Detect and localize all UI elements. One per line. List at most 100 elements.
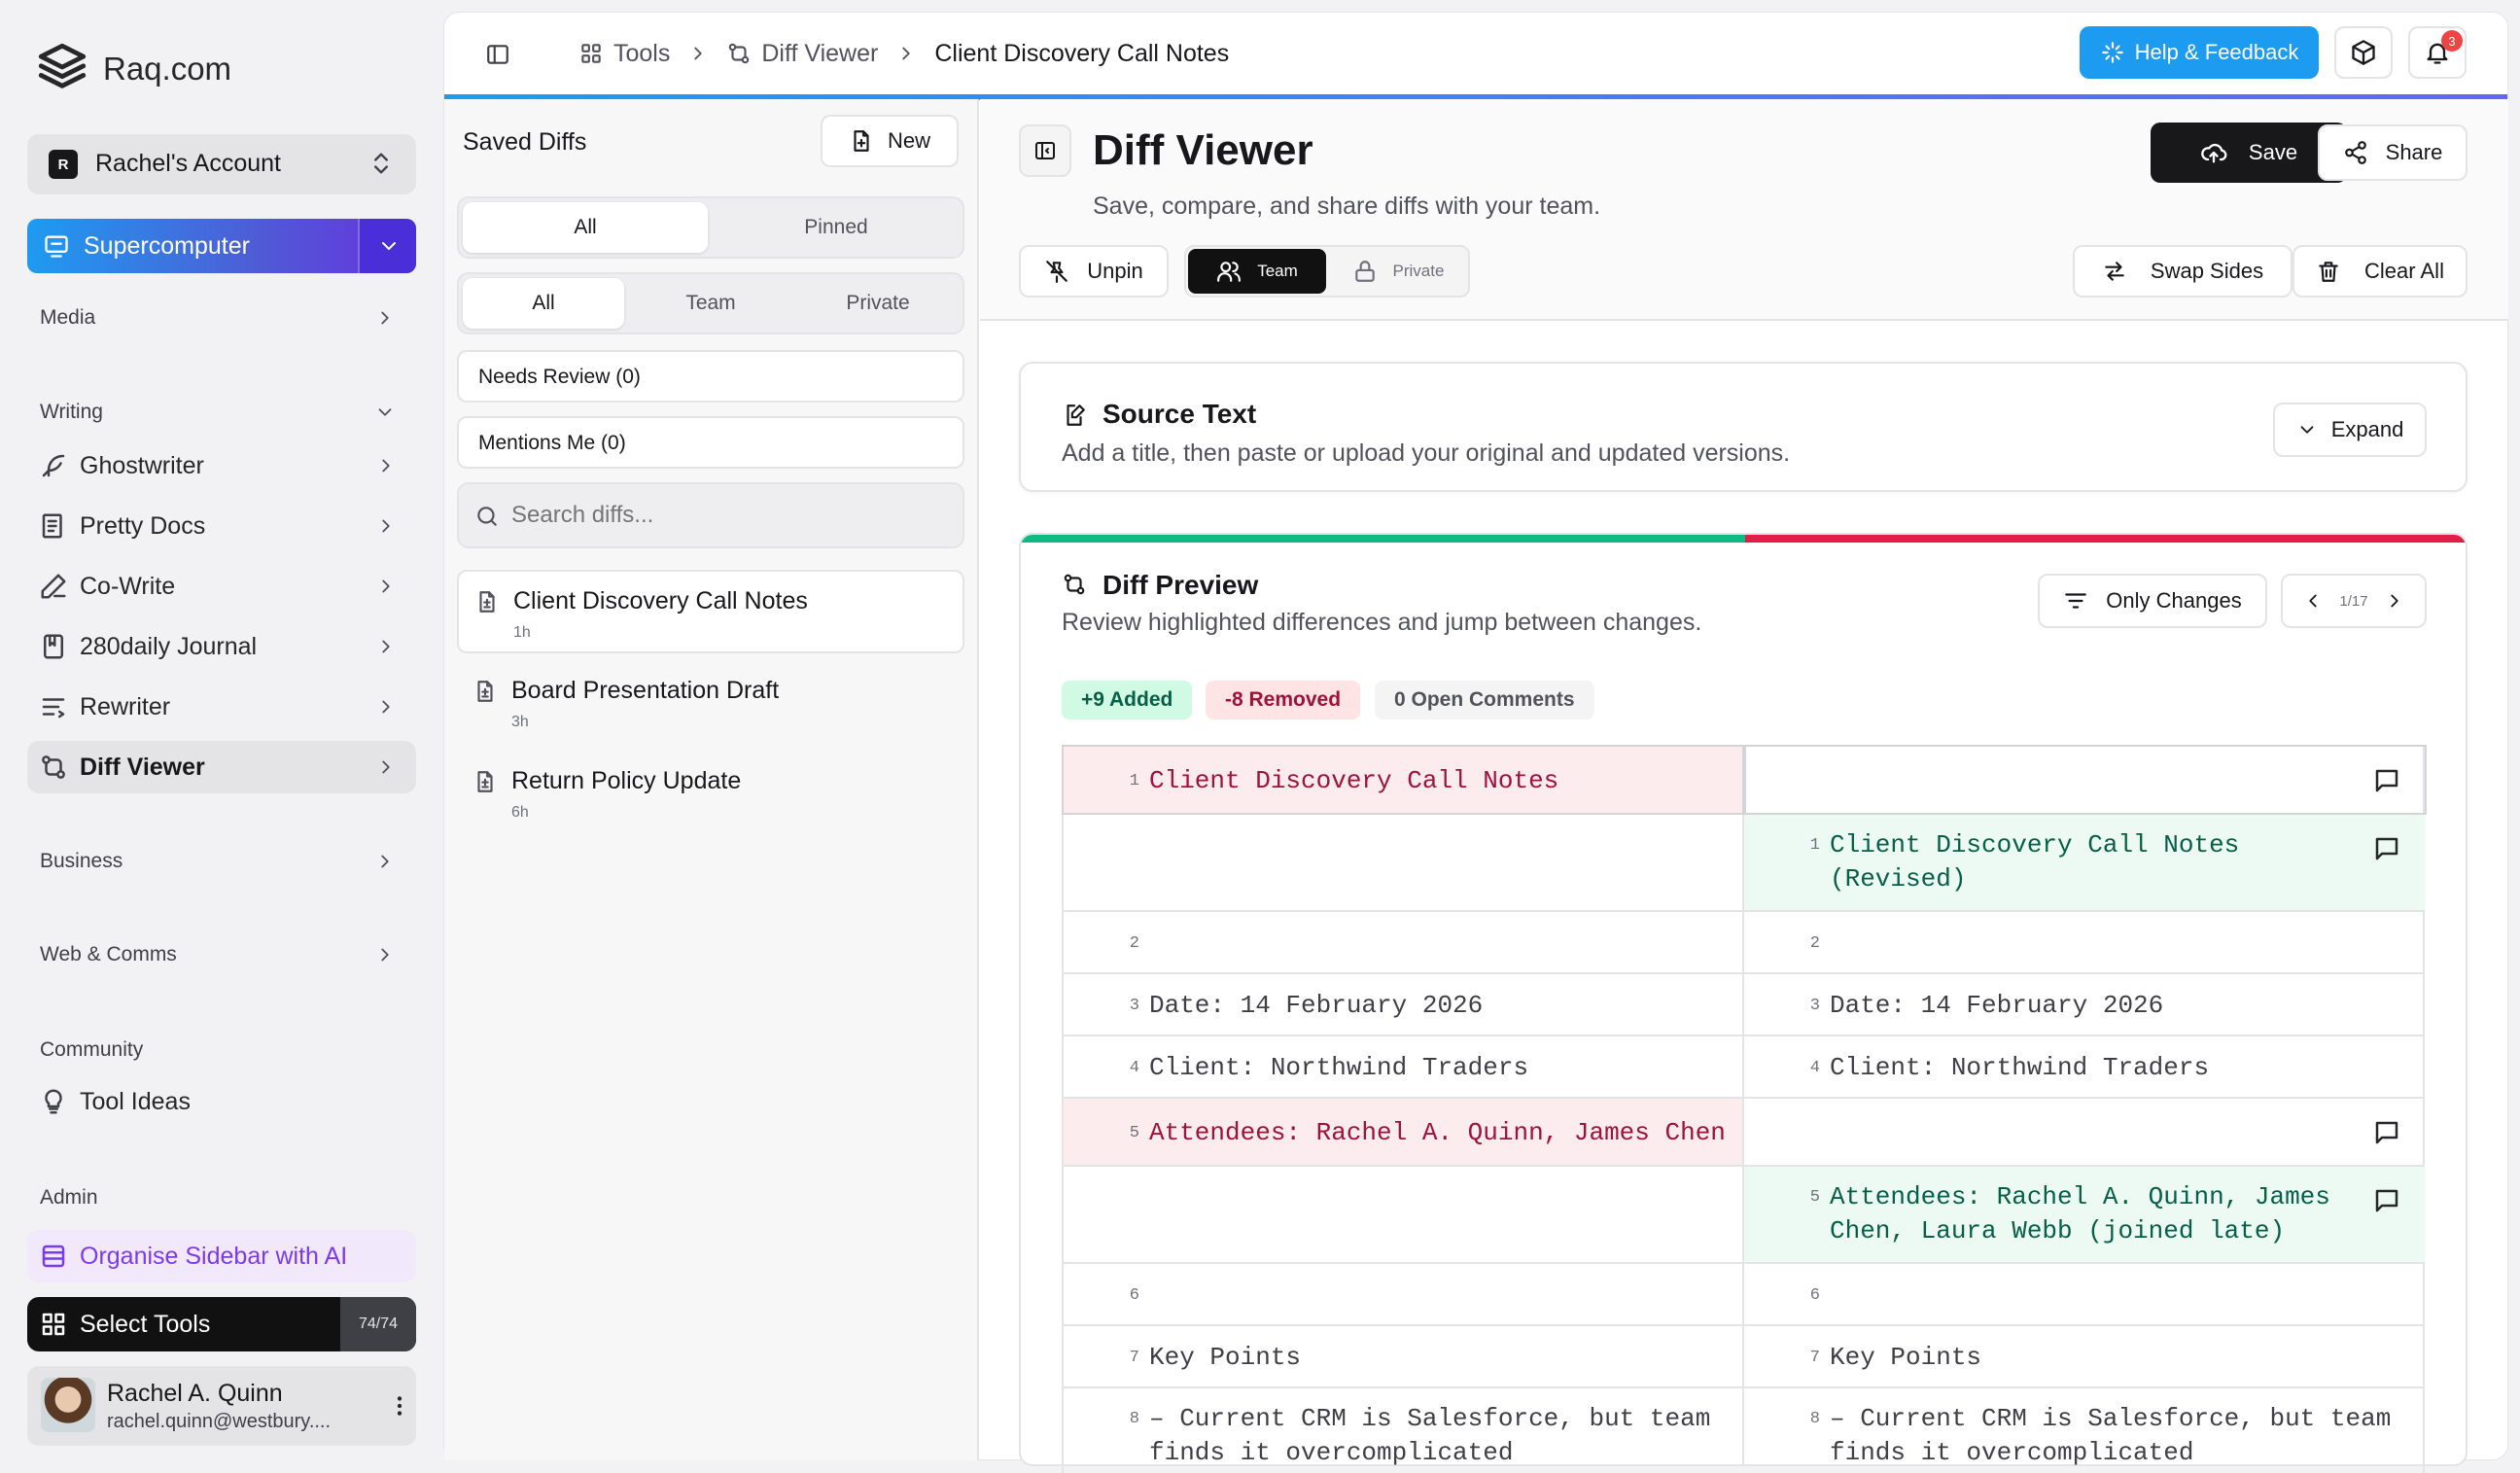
- supercomputer-label: Supercomputer: [84, 232, 250, 260]
- cube-button[interactable]: [2334, 26, 2393, 79]
- saved-diff-item[interactable]: Return Policy Update 6h: [457, 752, 964, 835]
- search-input[interactable]: [511, 498, 939, 533]
- sidebar-item-pretty-docs[interactable]: Pretty Docs: [27, 500, 416, 552]
- line-number: 2: [1129, 934, 1139, 953]
- chevron-right-icon[interactable]: [374, 851, 396, 872]
- diff-cell-right: 4 Client: Northwind Traders: [1744, 1036, 2425, 1097]
- grid-icon: [39, 1310, 68, 1339]
- swap-icon: [2102, 259, 2127, 284]
- sidebar-toggle-icon[interactable]: [485, 42, 510, 67]
- diff-row: 7 Key Points 7 Key Points: [1064, 1326, 2423, 1388]
- sidebar-item-tool-ideas[interactable]: Tool Ideas: [27, 1075, 416, 1128]
- source-text-card: Source Text Add a title, then paste or u…: [1019, 362, 2468, 492]
- line-number: 4: [1809, 1059, 1820, 1077]
- sidebar-item-journal[interactable]: 280daily Journal: [27, 620, 416, 673]
- chevron-down-icon[interactable]: [374, 402, 396, 423]
- more-vertical-icon[interactable]: [387, 1393, 412, 1419]
- diff-cell-right: 6: [1744, 1264, 2425, 1324]
- account-initial: R: [49, 150, 78, 179]
- breadcrumb-tools[interactable]: Tools: [613, 40, 670, 68]
- comment-icon[interactable]: [2372, 766, 2401, 795]
- clear-all-button[interactable]: Clear All: [2292, 245, 2468, 298]
- chevron-right-icon: [375, 515, 397, 537]
- line-text: – Current CRM is Salesforce, but team fi…: [1149, 1404, 1711, 1467]
- saved-diff-age: 3h: [511, 714, 529, 730]
- visibility-private[interactable]: Private: [1332, 249, 1464, 294]
- chevron-right-icon: [375, 576, 397, 597]
- comment-icon[interactable]: [2372, 1118, 2401, 1147]
- file-diff-icon: [474, 589, 500, 614]
- sidebar-section-business[interactable]: Business: [40, 850, 122, 873]
- sidebar-item-label: Co-Write: [80, 572, 176, 600]
- visibility-team[interactable]: Team: [1188, 249, 1326, 294]
- user-email: rachel.quinn@westbury....: [107, 1411, 332, 1432]
- line-number: 2: [1809, 934, 1820, 953]
- file-diff-icon: [472, 679, 498, 704]
- saved-diff-title: Return Policy Update: [511, 767, 742, 794]
- sidebar-section-web-comms[interactable]: Web & Comms: [40, 943, 177, 966]
- sidebar-section-media[interactable]: Media: [40, 306, 95, 330]
- user-profile[interactable]: Rachel A. Quinn rachel.quinn@westbury...…: [27, 1366, 416, 1446]
- collapse-panel-button[interactable]: [1019, 124, 1071, 177]
- needs-review-filter[interactable]: Needs Review (0): [457, 350, 964, 403]
- tab-all-pins[interactable]: All: [463, 202, 708, 253]
- organise-sidebar-button[interactable]: Organise Sidebar with AI: [27, 1230, 416, 1282]
- notifications-button[interactable]: 3: [2408, 26, 2467, 79]
- supercomputer-dropdown[interactable]: [358, 219, 416, 273]
- diff-cell-right: 3 Date: 14 February 2026: [1744, 974, 2425, 1035]
- search-box[interactable]: [457, 482, 964, 548]
- help-feedback-button[interactable]: Help & Feedback: [2080, 26, 2319, 79]
- logo-icon: [34, 39, 90, 95]
- sidebar-item-ghostwriter[interactable]: Ghostwriter: [27, 439, 416, 492]
- new-diff-button[interactable]: New: [821, 115, 959, 167]
- saved-diff-item[interactable]: Board Presentation Draft 3h: [457, 661, 964, 745]
- breadcrumb-diff-viewer[interactable]: Diff Viewer: [761, 40, 878, 68]
- tab-private[interactable]: Private: [797, 278, 959, 329]
- grid-icon: [578, 41, 604, 66]
- diff-cell-right: [1744, 1099, 2425, 1165]
- tab-pinned[interactable]: Pinned: [714, 202, 959, 253]
- account-switcher[interactable]: R Rachel's Account: [27, 134, 416, 194]
- chevron-right-icon: [375, 756, 397, 778]
- comment-icon[interactable]: [2372, 1186, 2401, 1215]
- chevron-left-icon[interactable]: [2302, 590, 2324, 612]
- only-changes-label: Only Changes: [2106, 588, 2242, 613]
- clear-label: Clear All: [2364, 259, 2444, 283]
- document-icon: [39, 511, 68, 541]
- unpin-button[interactable]: Unpin: [1019, 245, 1169, 298]
- sidebar-item-diff-viewer[interactable]: Diff Viewer: [27, 741, 416, 793]
- mentions-filter[interactable]: Mentions Me (0): [457, 416, 964, 469]
- tab-team[interactable]: Team: [630, 278, 791, 329]
- chevron-right-icon[interactable]: [374, 944, 396, 965]
- chevron-right-icon[interactable]: [2384, 590, 2405, 612]
- share-button[interactable]: Share: [2318, 124, 2468, 181]
- diff-cell-left: [1064, 815, 1744, 910]
- supercomputer-button[interactable]: Supercomputer: [27, 219, 416, 273]
- chevron-right-icon[interactable]: [374, 307, 396, 329]
- diff-row: 4 Client: Northwind Traders 4 Client: North…: [1064, 1036, 2423, 1099]
- removed-badge: -8 Removed: [1206, 681, 1361, 719]
- line-number: 5: [1809, 1188, 1820, 1207]
- saved-diff-item[interactable]: Client Discovery Call Notes 1h: [457, 570, 964, 653]
- swap-sides-button[interactable]: Swap Sides: [2073, 245, 2292, 298]
- expand-button[interactable]: Expand: [2273, 403, 2427, 457]
- comment-icon[interactable]: [2372, 834, 2401, 863]
- line-number: 6: [1809, 1286, 1820, 1305]
- diff-cell-left: 6: [1064, 1264, 1744, 1324]
- sidebar-item-rewriter[interactable]: Rewriter: [27, 681, 416, 733]
- line-number: 7: [1129, 1349, 1139, 1367]
- brand-name: Raq.com: [103, 51, 232, 87]
- diff-row: 8 – Current CRM is Salesforce, but team f…: [1064, 1388, 2423, 1467]
- diff-row: 1 Client Discovery Call Notes (Revised): [1064, 815, 2425, 912]
- select-tools-button[interactable]: Select Tools 74/74: [27, 1297, 416, 1351]
- sidebar-section-writing[interactable]: Writing: [40, 401, 103, 424]
- removed-bar: [1745, 535, 2466, 543]
- chevron-right-icon: [375, 636, 397, 657]
- line-text: Date: 14 February 2026: [1149, 991, 1484, 1020]
- diff-cell-left: 1 Client Discovery Call Notes: [1062, 745, 1746, 815]
- tab-all-visibility[interactable]: All: [463, 278, 624, 329]
- saved-diff-age: 1h: [513, 624, 531, 641]
- user-name: Rachel A. Quinn: [107, 1380, 283, 1407]
- sidebar-item-co-write[interactable]: Co-Write: [27, 560, 416, 613]
- only-changes-button[interactable]: Only Changes: [2038, 574, 2267, 628]
